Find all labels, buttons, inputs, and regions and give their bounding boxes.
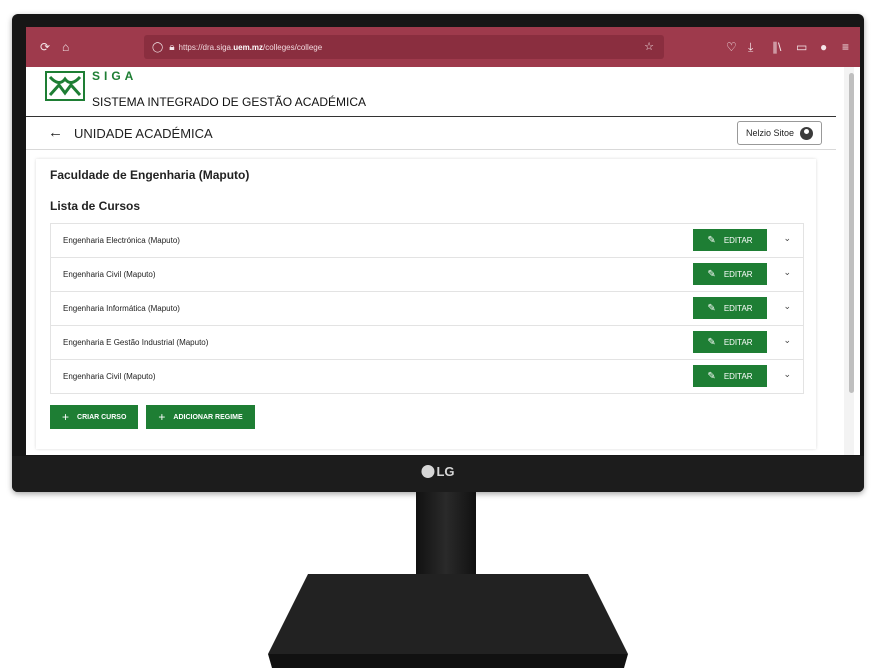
course-row[interactable]: Engenharia Electrónica (Maputo) ✎ EDITAR … [50, 223, 804, 258]
course-row[interactable]: Engenharia Civil (Maputo) ✎ EDITAR ⌄ [50, 258, 804, 292]
edit-icon: ✎ [707, 336, 716, 348]
course-row[interactable]: Engenharia Informática (Maputo) ✎ EDITAR … [50, 292, 804, 326]
monitor-base [268, 574, 628, 668]
edit-icon: ✎ [707, 302, 716, 314]
course-row[interactable]: Engenharia E Gestão Industrial (Maputo) … [50, 326, 804, 360]
list-title: Lista de Cursos [50, 199, 141, 213]
screen: ⟳ ⌂ ◯ 🔒︎ https://dra.siga.uem.mz/college… [26, 27, 860, 455]
user-name: Nelzio Sitoe [745, 128, 794, 138]
siga-header: SIGA SISTEMA INTEGRADO DE GESTÃO ACADÉMI… [26, 67, 836, 117]
edit-icon: ✎ [707, 268, 716, 280]
lg-circle-icon [421, 465, 435, 478]
app-content: SIGA SISTEMA INTEGRADO DE GESTÃO ACADÉMI… [26, 67, 860, 455]
star-icon[interactable]: ☆ [644, 40, 654, 53]
edit-icon: ✎ [707, 370, 716, 382]
course-name: Engenharia Informática (Maputo) [63, 304, 180, 313]
course-list: Engenharia Electrónica (Maputo) ✎ EDITAR … [50, 223, 804, 394]
lock-icon: 🔒︎ [169, 41, 175, 53]
lg-brand-text: LG [436, 464, 455, 479]
lg-logo: LG [421, 464, 455, 479]
chevron-down-icon[interactable]: ⌄ [783, 233, 791, 244]
reload-icon[interactable]: ⟳ [40, 40, 50, 54]
chevron-down-icon[interactable]: ⌄ [783, 335, 791, 346]
user-avatar-icon [800, 126, 813, 140]
chevron-down-icon[interactable]: ⌄ [783, 267, 791, 278]
edit-button[interactable]: ✎ EDITAR [693, 297, 767, 319]
download-icon[interactable]: ⤓ [748, 40, 753, 55]
scrollbar-thumb[interactable] [849, 73, 854, 393]
siga-logo-icon [45, 71, 85, 101]
sidebar-icon[interactable]: ▭ [796, 40, 807, 54]
app-bar: ← UNIDADE ACADÉMICA Nelzio Sitoe [26, 117, 836, 150]
page-title: UNIDADE ACADÉMICA [74, 126, 213, 141]
url-text: https://dra.siga.uem.mz/colleges/college [178, 42, 323, 52]
edit-icon: ✎ [707, 234, 716, 246]
monitor-neck [416, 492, 476, 578]
menu-icon[interactable]: ≡ [842, 40, 849, 54]
edit-button[interactable]: ✎ EDITAR [693, 365, 767, 387]
browser-toolbar: ⟳ ⌂ ◯ 🔒︎ https://dra.siga.uem.mz/college… [26, 27, 860, 67]
course-row[interactable]: Engenharia Civil (Maputo) ✎ EDITAR ⌄ [50, 360, 804, 394]
url-bar[interactable]: ◯ 🔒︎ https://dra.siga.uem.mz/colleges/co… [144, 35, 664, 59]
plus-icon: + [62, 410, 70, 424]
chevron-down-icon[interactable]: ⌄ [783, 301, 791, 312]
course-name: Engenharia Civil (Maputo) [63, 372, 156, 381]
edit-button[interactable]: ✎ EDITAR [693, 263, 767, 285]
chevron-down-icon[interactable]: ⌄ [783, 369, 791, 380]
account-icon[interactable]: ● [820, 40, 827, 54]
plus-icon: + [158, 410, 166, 424]
back-arrow-icon[interactable]: ← [48, 124, 63, 141]
library-icon[interactable]: ∥\ [772, 40, 781, 54]
edit-button[interactable]: ✎ EDITAR [693, 229, 767, 251]
add-regime-button[interactable]: + ADICIONAR REGIME [146, 405, 255, 429]
siga-wordmark: SIGA [92, 69, 138, 83]
course-name: Engenharia Civil (Maputo) [63, 270, 156, 279]
shield-icon: ◯ [152, 41, 164, 53]
edit-button[interactable]: ✎ EDITAR [693, 331, 767, 353]
user-chip[interactable]: Nelzio Sitoe [736, 121, 822, 145]
course-name: Engenharia E Gestão Industrial (Maputo) [63, 338, 209, 347]
pocket-icon[interactable]: ♡ [726, 40, 737, 54]
home-icon[interactable]: ⌂ [62, 40, 69, 54]
create-course-button[interactable]: + CRIAR CURSO [50, 405, 139, 429]
siga-subtitle: SISTEMA INTEGRADO DE GESTÃO ACADÉMICA [92, 95, 367, 109]
courses-card: Faculdade de Engenharia (Maputo) Lista d… [36, 159, 816, 449]
faculty-title: Faculdade de Engenharia (Maputo) [50, 168, 250, 182]
action-row: + CRIAR CURSO + ADICIONAR REGIME [50, 405, 255, 429]
monitor-bezel: LG [12, 456, 864, 492]
course-name: Engenharia Electrónica (Maputo) [63, 236, 180, 245]
